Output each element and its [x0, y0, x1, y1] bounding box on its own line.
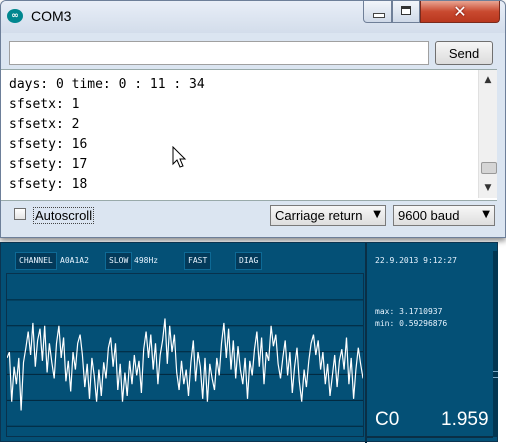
- serial-line: sfsetx: 1: [9, 97, 80, 112]
- line-ending-value: Carriage return: [275, 208, 363, 223]
- serial-line: days: 0 time: 0 : 11 : 34: [9, 77, 205, 92]
- serial-line: sfsetx: 0: [9, 70, 205, 77]
- side-strip: [493, 251, 498, 437]
- serial-line: sfsetx: 2: [9, 117, 80, 132]
- min-readout: min: 0.59296876: [375, 319, 448, 328]
- channel-button[interactable]: CHANNEL: [15, 252, 57, 270]
- baud-rate-select[interactable]: 9600 baud ▼: [393, 205, 495, 226]
- serial-monitor-window: ∞ COM3 ✕ Send sfsetx: 0days: 0 time: 0 :…: [0, 0, 506, 238]
- maximize-icon: [401, 6, 411, 15]
- chevron-down-icon: ▼: [482, 209, 490, 220]
- sample-rate: 498Hz: [134, 256, 159, 265]
- send-input[interactable]: [9, 41, 429, 65]
- window-title: COM3: [31, 8, 72, 24]
- panel-divider: [365, 243, 367, 443]
- mouse-cursor-icon: [172, 146, 187, 168]
- output-scrollbar[interactable]: ▲ ▼: [478, 70, 497, 198]
- instrument-display: CHANNEL A0A1A2 SLOW 498Hz FAST DIAG 22.9…: [0, 242, 498, 443]
- scroll-down-icon[interactable]: ▼: [479, 180, 497, 196]
- scroll-thumb[interactable]: [481, 162, 497, 175]
- maximize-button[interactable]: [392, 1, 420, 23]
- arduino-icon: ∞: [7, 9, 23, 23]
- autoscroll-checkbox[interactable]: [14, 208, 26, 220]
- value-readout: 1.959: [441, 409, 489, 430]
- diag-button[interactable]: DIAG: [235, 252, 263, 270]
- title-bar[interactable]: ∞ COM3 ✕: [1, 1, 505, 33]
- datetime-readout: 22.9.2013 9:12:27: [375, 256, 457, 265]
- scroll-up-icon[interactable]: ▲: [479, 72, 497, 88]
- chevron-down-icon: ▼: [373, 209, 381, 220]
- panel-bottom-line: [367, 436, 493, 438]
- send-button[interactable]: Send: [435, 41, 493, 65]
- waveform-trace: [7, 318, 363, 411]
- fast-button[interactable]: FAST: [184, 252, 212, 270]
- max-readout: max: 3.1710937: [375, 307, 443, 316]
- serial-output-lines: sfsetx: 0days: 0 time: 0 : 11 : 34 sfsetx…: [9, 70, 205, 197]
- line-ending-select[interactable]: Carriage return ▼: [270, 205, 386, 226]
- close-icon: ✕: [453, 2, 467, 21]
- close-button[interactable]: ✕: [420, 1, 500, 23]
- channel-list: A0A1A2: [60, 256, 89, 265]
- baud-rate-value: 9600 baud: [398, 208, 460, 223]
- side-tick: [493, 377, 498, 378]
- autoscroll-label[interactable]: Autoscroll: [33, 207, 95, 224]
- side-tick: [493, 371, 498, 372]
- serial-output[interactable]: sfsetx: 0days: 0 time: 0 : 11 : 34 sfsetx…: [1, 69, 497, 201]
- waveform-chart: [7, 299, 363, 427]
- minimize-icon: [373, 13, 385, 18]
- channel-readout: C0: [375, 409, 400, 430]
- slow-button[interactable]: SLOW: [105, 252, 133, 270]
- waveform-plot: [6, 273, 364, 437]
- serial-line: sfsety: 18: [9, 177, 88, 192]
- minimize-button[interactable]: [363, 1, 392, 23]
